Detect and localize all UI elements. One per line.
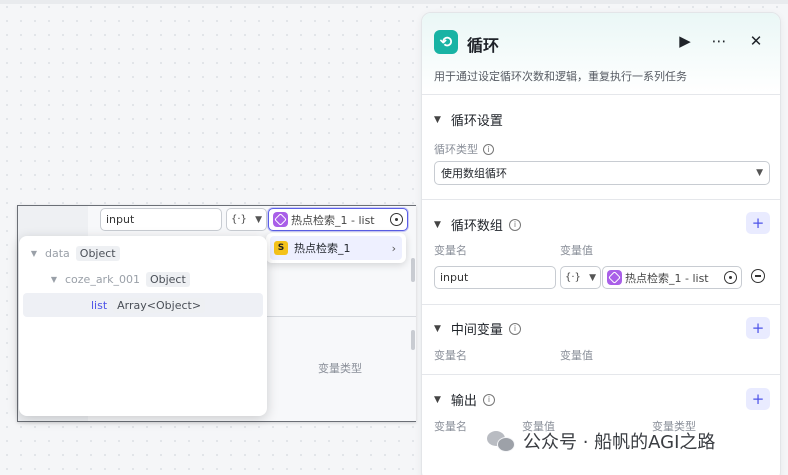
divider <box>422 94 780 95</box>
column-value-label: 变量值 <box>560 349 593 362</box>
target-icon[interactable] <box>724 271 737 284</box>
tree-row-name: data <box>45 246 70 260</box>
loop-array-name-value: input <box>440 271 469 284</box>
add-output-button[interactable]: + <box>746 388 770 410</box>
variable-tree-dropdown: ▼ data Object ▼ coze_ark_001 Object list… <box>19 236 267 416</box>
section-title: 循环数组 <box>450 219 503 234</box>
add-loop-array-button[interactable]: + <box>746 212 770 234</box>
target-icon[interactable] <box>390 213 403 226</box>
section-title: 中间变量 <box>450 323 503 338</box>
loop-array-type-select[interactable]: {·} ▼ <box>560 266 601 289</box>
chevron-down-icon[interactable]: ▼ <box>434 115 441 125</box>
overlay-scrollbar-2[interactable] <box>411 330 415 350</box>
chevron-down-icon[interactable]: ▼ <box>29 249 39 258</box>
add-intermediate-variable-button[interactable]: + <box>746 317 770 339</box>
column-name-label: 变量名 <box>434 349 467 362</box>
tree-row[interactable]: ▼ coze_ark_001 Object <box>23 267 263 291</box>
chevron-down-icon[interactable]: ▼ <box>434 324 441 334</box>
node-app-icon: S <box>274 241 288 255</box>
tree-row-name: list <box>91 298 108 312</box>
column-name-label: 变量名 <box>434 420 467 433</box>
run-icon[interactable]: ▶ <box>675 31 695 51</box>
overlay-type-select[interactable]: {·} ▼ <box>226 208 267 231</box>
tree-row-type: Array<Object> <box>113 297 206 313</box>
overlay-value-reference[interactable]: 热点检索_1 - list <box>268 208 408 231</box>
info-icon[interactable]: i <box>482 393 495 406</box>
info-icon[interactable]: i <box>508 218 521 231</box>
plugin-icon <box>607 270 622 285</box>
tree-row[interactable]: ▼ data Object <box>23 241 263 265</box>
chevron-down-icon: ▼ <box>756 168 763 178</box>
panel-description: 用于通过设定循环次数和逻辑，重复执行一系列任务 <box>434 70 687 83</box>
chevron-down-icon[interactable]: ▼ <box>434 395 441 405</box>
column-name-label: 变量名 <box>434 244 467 257</box>
section-output[interactable]: ▼ 输出 i <box>434 390 495 409</box>
more-icon[interactable]: ⋯ <box>709 31 729 51</box>
chevron-down-icon[interactable]: ▼ <box>434 220 441 230</box>
loop-type-label-text: 循环类型 <box>434 143 478 156</box>
braces-icon: {·} <box>231 214 247 225</box>
submenu-label: 热点检索_1 <box>294 242 351 255</box>
loop-array-name-input[interactable]: input <box>434 266 556 289</box>
overlay-scrollbar[interactable] <box>411 258 415 282</box>
section-loop-settings[interactable]: ▼ 循环设置 <box>434 110 503 129</box>
section-intermediate-variables[interactable]: ▼ 中间变量 i <box>434 319 521 338</box>
chevron-down-icon: ▼ <box>589 272 596 283</box>
tree-row-selected[interactable]: list Array<Object> <box>23 293 263 317</box>
braces-icon: {·} <box>565 272 581 283</box>
close-icon[interactable]: ✕ <box>746 31 766 51</box>
loop-type-label: 循环类型 i <box>434 141 494 157</box>
chevron-down-icon: ▼ <box>255 214 262 225</box>
overlay-value-text: 热点检索_1 - list <box>291 213 375 227</box>
tree-row-type: Object <box>75 245 120 261</box>
loop-type-value: 使用数组循环 <box>441 167 507 180</box>
tree-row-type: Object <box>145 271 190 287</box>
divider <box>422 199 780 200</box>
column-value-label: 变量值 <box>560 244 593 257</box>
chevron-down-icon[interactable]: ▼ <box>49 275 59 284</box>
loop-array-value-text: 热点检索_1 - list <box>625 271 709 285</box>
watermark-text: 公众号 · 船帆的AGI之路 <box>523 432 716 453</box>
info-icon[interactable]: i <box>483 143 494 155</box>
overlay-input-field[interactable]: input <box>100 208 222 231</box>
loop-array-value-reference[interactable]: 热点检索_1 - list <box>602 266 742 289</box>
section-title: 循环设置 <box>450 114 503 129</box>
watermark: 公众号 · 船帆的AGI之路 <box>487 428 715 454</box>
loop-type-select[interactable]: 使用数组循环 ▼ <box>434 161 770 185</box>
panel-title[interactable]: 循环 <box>467 32 499 56</box>
loop-icon: ⟲ <box>434 30 458 54</box>
overlay-type-column-label: 变量类型 <box>318 362 362 375</box>
wechat-icon <box>487 429 515 453</box>
divider <box>422 374 780 375</box>
section-loop-array[interactable]: ▼ 循环数组 i <box>434 215 521 234</box>
top-divider <box>0 0 788 4</box>
loop-node-panel: ⟲ 循环 ▶ ⋯ ✕ 用于通过设定循环次数和逻辑，重复执行一系列任务 ▼ 循环设… <box>421 12 781 475</box>
chevron-right-icon: › <box>391 241 396 255</box>
node-submenu-item[interactable]: S 热点检索_1 › <box>266 233 406 263</box>
section-title: 输出 <box>450 394 477 409</box>
info-icon[interactable]: i <box>508 322 521 335</box>
divider <box>422 304 780 305</box>
remove-icon[interactable] <box>751 269 765 283</box>
plugin-icon <box>273 212 288 227</box>
tree-row-name: coze_ark_001 <box>65 272 140 286</box>
overlay-input-value: input <box>106 213 135 226</box>
